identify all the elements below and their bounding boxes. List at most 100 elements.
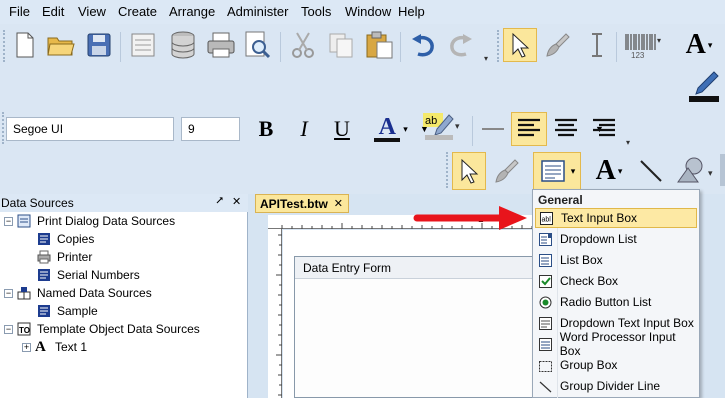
toolbar-grip[interactable] <box>446 152 449 188</box>
menu-window[interactable]: Window <box>345 4 391 19</box>
cut-button[interactable] <box>286 28 320 62</box>
menu-tools[interactable]: Tools <box>301 4 331 19</box>
text-object-button[interactable]: A ▾ <box>586 152 632 190</box>
toolbar-grip[interactable] <box>2 112 5 144</box>
menu-item-check-box[interactable]: Check Box <box>535 271 697 291</box>
brush-icon <box>546 33 570 57</box>
tree-node-named-data-sources[interactable]: − Named Data Sources <box>4 284 152 302</box>
highlight-button[interactable]: ab ▾ <box>418 110 466 144</box>
font-size-combo[interactable]: 9 ▼ <box>181 117 604 141</box>
form-title-bar: Data Entry Form <box>295 257 533 279</box>
print-button[interactable] <box>204 28 238 62</box>
toolbar-overflow-chevron[interactable]: ▾ <box>484 54 492 64</box>
tree-node-serial-numbers[interactable]: Serial Numbers <box>37 266 140 284</box>
line-color-button[interactable] <box>684 66 724 106</box>
form-title: Data Entry Form <box>303 261 392 275</box>
menu-file[interactable]: File <box>9 4 30 19</box>
menu-item-text-input-box[interactable]: abl Text Input Box <box>535 208 697 228</box>
brush-icon <box>495 159 519 183</box>
collapse-icon[interactable]: − <box>4 288 13 298</box>
tree-node-sample[interactable]: Sample <box>37 302 98 320</box>
menu-item-group-divider-line[interactable]: Group Divider Line <box>535 376 697 396</box>
text-cursor-button[interactable] <box>580 28 614 62</box>
toolbar-grip[interactable] <box>3 30 6 62</box>
format-painter-button[interactable] <box>490 152 524 190</box>
collapse-icon[interactable]: − <box>4 324 13 334</box>
new-document-button[interactable] <box>8 28 42 62</box>
print-preview-button[interactable] <box>240 28 274 62</box>
align-center-button[interactable] <box>549 112 583 146</box>
underline-button[interactable]: U <box>325 112 359 146</box>
font-color-button[interactable]: A ▾ <box>368 112 414 146</box>
tree-node-template-object[interactable]: − TO Template Object Data Sources <box>4 320 200 338</box>
form-controls-button[interactable]: ▾ <box>533 152 581 190</box>
menu-item-dropdown-list[interactable]: Dropdown List <box>535 229 697 249</box>
menu-view[interactable]: View <box>78 4 106 19</box>
redo-arrow-icon <box>450 34 472 57</box>
expand-icon[interactable]: + <box>22 342 31 352</box>
menu-item-group-box[interactable]: Group Box <box>535 355 697 375</box>
pointer-arrow-icon <box>461 158 479 184</box>
menu-item-word-processor-input-box[interactable]: Word Processor Input Box <box>535 330 697 358</box>
menu-item-list-box[interactable]: List Box <box>535 250 697 270</box>
menu-administer[interactable]: Administer <box>227 4 288 19</box>
align-right-button[interactable] <box>587 112 621 146</box>
menu-edit[interactable]: Edit <box>42 4 64 19</box>
page-setup-button[interactable] <box>126 28 160 62</box>
document-tab[interactable]: APITest.btw ✕ <box>255 194 349 213</box>
tree-node-print-dialog[interactable]: − Print Dialog Data Sources <box>4 212 175 230</box>
shapes-button[interactable]: ▾ <box>670 152 718 190</box>
menu-create[interactable]: Create <box>118 4 157 19</box>
tree-label: Text 1 <box>55 340 88 354</box>
bold-icon: B <box>258 116 274 141</box>
radio-button-icon <box>539 296 552 308</box>
form-controls-dropdown: General abl Text Input Box Dropdown List… <box>532 189 700 398</box>
align-center-icon <box>555 118 577 137</box>
tree-label: Template Object Data Sources <box>37 322 200 336</box>
menu-item-label: Text Input Box <box>561 211 638 225</box>
paste-button[interactable] <box>362 28 396 62</box>
barcode-button[interactable]: 123 ▾ <box>620 28 668 62</box>
close-icon[interactable]: ✕ <box>232 195 241 208</box>
print-preview-icon <box>245 31 271 59</box>
undo-arrow-icon <box>412 34 434 57</box>
line-style-button[interactable] <box>476 112 510 146</box>
menu-item-label: Radio Button List <box>560 295 652 309</box>
close-icon[interactable]: ✕ <box>334 197 343 210</box>
document-tab-label: APITest.btw <box>260 197 328 211</box>
variable-icon <box>38 269 50 281</box>
svg-text:abl: abl <box>542 216 552 223</box>
text-tool-button[interactable]: A ▾ <box>676 28 722 62</box>
paste-clipboard-icon <box>366 31 393 59</box>
print-dialog-icon <box>17 214 31 228</box>
redo-button[interactable] <box>444 28 478 62</box>
toolbar-grip[interactable] <box>497 30 500 62</box>
save-button[interactable] <box>82 28 116 62</box>
menu-item-radio-button-list[interactable]: Radio Button List <box>535 292 697 312</box>
menu-arrange[interactable]: Arrange <box>169 4 215 19</box>
pin-icon[interactable]: ⭧ <box>216 195 223 208</box>
tree-node-printer[interactable]: Printer <box>37 248 92 266</box>
line-tool-button[interactable] <box>634 152 668 190</box>
bold-button[interactable]: B <box>249 112 283 146</box>
collapse-icon[interactable]: − <box>4 216 13 226</box>
format-painter-button[interactable] <box>541 28 575 62</box>
menu-help[interactable]: Help <box>398 4 425 19</box>
copy-button[interactable] <box>324 28 358 62</box>
red-arrow-annotation <box>413 206 527 230</box>
undo-button[interactable] <box>406 28 440 62</box>
tree-node-copies[interactable]: Copies <box>37 230 94 248</box>
database-button[interactable] <box>166 28 200 62</box>
select-object-button[interactable] <box>452 152 486 190</box>
text-a-icon: A <box>595 155 616 186</box>
tree-label: Copies <box>57 232 95 246</box>
italic-button[interactable]: I <box>287 112 321 146</box>
tree-node-text-1[interactable]: + A Text 1 <box>22 338 87 356</box>
toolbar-overflow-chevron[interactable]: ▾ <box>626 138 634 148</box>
tree-label: Sample <box>57 304 98 318</box>
font-name-combo[interactable]: Segoe UI ▼ <box>6 117 429 141</box>
align-left-button[interactable] <box>511 112 547 146</box>
select-tool-button[interactable] <box>503 28 537 62</box>
open-button[interactable] <box>44 28 78 62</box>
tree-label: Printer <box>57 250 93 264</box>
